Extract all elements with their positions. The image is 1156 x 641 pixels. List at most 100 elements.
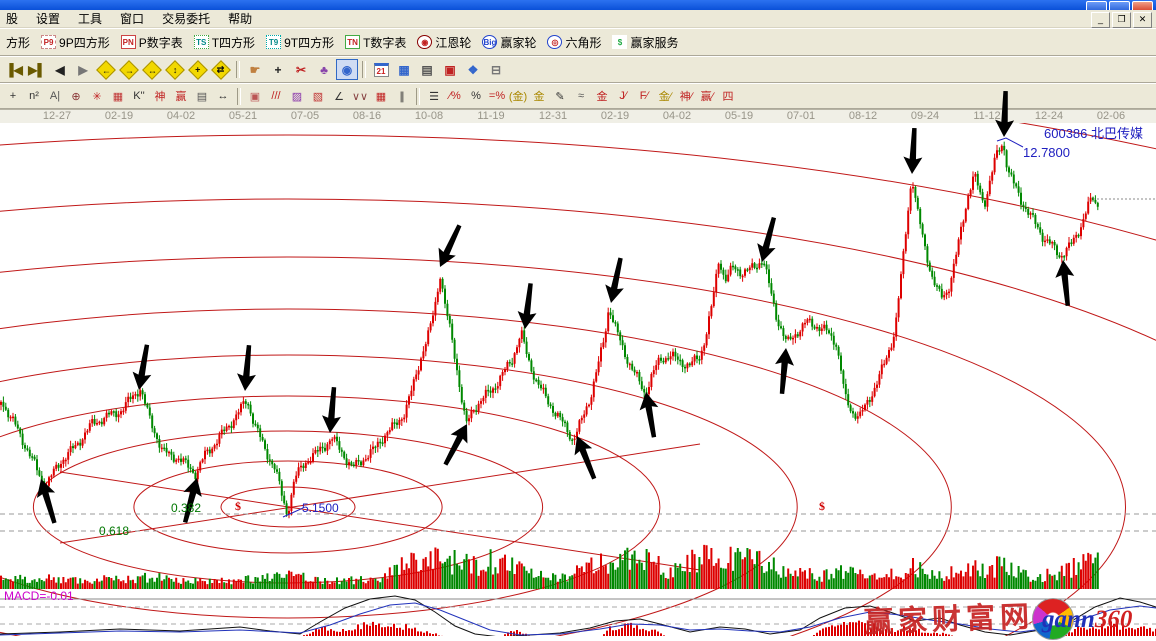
gold-underline-icon[interactable]: 金	[529, 86, 549, 106]
gold-circle-icon[interactable]: (金)	[508, 86, 528, 106]
truck-icon[interactable]: ⊟	[485, 59, 507, 80]
yingjialun-icon: Big	[482, 35, 497, 49]
cross-line-icon[interactable]: +	[3, 86, 23, 106]
date-label: 11-12	[965, 110, 1009, 122]
percent-icon[interactable]: %	[466, 86, 486, 106]
measure-icon[interactable]: ↔	[213, 86, 233, 106]
shape-toolbar: 方形 P99P四方形 PNP数字表 TST四方形 T99T四方形 TNT数字表 ◉江恩轮 Bi…	[0, 28, 1156, 56]
shape-tool-yingjialun[interactable]: Big赢家轮	[480, 33, 538, 52]
calculator-icon[interactable]: ▦	[393, 59, 415, 80]
gann-bars-icon[interactable]: ☰	[424, 86, 444, 106]
fan-lines-icon[interactable]: ///	[266, 86, 286, 106]
si-box-icon[interactable]: 四	[718, 86, 738, 106]
skip-first-icon[interactable]: ▐◀	[3, 59, 25, 80]
date-label: 08-16	[345, 110, 389, 122]
hand-icon[interactable]: ☛	[244, 59, 266, 80]
parallel-lines-icon[interactable]: ∥	[392, 86, 412, 106]
gold-box-icon[interactable]: 金	[592, 86, 612, 106]
floppy-icon[interactable]: ▣	[439, 59, 461, 80]
date-axis: 12-2702-1904-0205-2107-0508-1610-0811-19…	[0, 109, 1156, 123]
shape-tool-yingjia-fuwu[interactable]: $赢家服务	[610, 33, 680, 52]
menu-item-帮助[interactable]: 帮助	[228, 10, 252, 27]
network-icon[interactable]: ❖	[462, 59, 484, 80]
date-label: 04-02	[655, 110, 699, 122]
shape-tool-9p-sifangxing[interactable]: P99P四方形	[39, 33, 112, 52]
ying-icon[interactable]: 赢	[171, 86, 191, 106]
calendar-icon[interactable]: 21	[370, 59, 392, 80]
j-angle-icon[interactable]: J∕	[613, 86, 633, 106]
shape-tool-jiangenlun[interactable]: ◉江恩轮	[415, 33, 473, 52]
n-squared-icon[interactable]: n²	[24, 86, 44, 106]
shape-tool-p-shuzibiao[interactable]: PNP数字表	[119, 33, 185, 52]
menu-item-窗口[interactable]: 窗口	[120, 10, 144, 27]
date-label: 12-27	[35, 110, 79, 122]
shape-tool-liujiaoxing[interactable]: ◎六角形	[545, 33, 603, 52]
shape-tool-t-sifangxing[interactable]: TST四方形	[192, 33, 257, 52]
liujiaoxing-icon: ◎	[547, 35, 562, 49]
mirror-icon[interactable]: A|	[45, 86, 65, 106]
toolbar-separator	[362, 61, 366, 78]
crosshair-icon[interactable]: +	[267, 59, 289, 80]
next-icon[interactable]: ▶	[72, 59, 94, 80]
menu-item-股[interactable]: 股	[6, 10, 18, 27]
angle-rays-icon[interactable]: ∠	[329, 86, 349, 106]
brain-icon[interactable]: ◉	[336, 59, 358, 80]
jiangenlun-icon: ◉	[417, 35, 432, 49]
chart-area	[0, 123, 1156, 636]
skip-last-icon[interactable]: ▶▌	[26, 59, 48, 80]
mdi-minimize-button[interactable]: _	[1091, 12, 1110, 28]
menu-items: 股 设置 工具 窗口 交易委托 帮助	[6, 10, 252, 27]
diamond-leftright-icon[interactable]: ↔	[141, 59, 163, 80]
toolbar-separator	[237, 88, 241, 105]
prev-icon[interactable]: ◀	[49, 59, 71, 80]
percent-strike-icon[interactable]: ∕%	[445, 86, 465, 106]
9p-sifangxing-label: 9P四方形	[59, 34, 110, 51]
menu-item-设置[interactable]: 设置	[36, 10, 60, 27]
brush-icon[interactable]: ✎	[550, 86, 570, 106]
f-angle-icon[interactable]: F∕	[634, 86, 654, 106]
diamond-shape: ↔	[142, 60, 162, 80]
gold-angle-icon[interactable]: 金∕	[655, 86, 675, 106]
kline-icon[interactable]: K''	[129, 86, 149, 106]
menu-item-交易委托[interactable]: 交易委托	[162, 10, 210, 27]
date-label: 07-01	[779, 110, 823, 122]
notepad-icon[interactable]: ▤	[416, 59, 438, 80]
grid-box-icon[interactable]: ▦	[108, 86, 128, 106]
shape-tool-sifangxing[interactable]: 方形	[4, 33, 32, 52]
mdi-close-button[interactable]: ✕	[1133, 12, 1152, 28]
fan-purple-box-icon[interactable]: ▨	[287, 86, 307, 106]
ruler-123-icon[interactable]: ▤	[192, 86, 212, 106]
menu-item-工具[interactable]: 工具	[78, 10, 102, 27]
p-shuzibiao-label: P数字表	[139, 34, 183, 51]
shen-angle-icon[interactable]: 神∕	[676, 86, 696, 106]
toolbar-separator	[416, 88, 420, 105]
fan-red-box-icon[interactable]: ▧	[308, 86, 328, 106]
wave-icon[interactable]: ≈	[571, 86, 591, 106]
date-label: 11-19	[469, 110, 513, 122]
diamond-swap-icon[interactable]: ⇄	[210, 59, 232, 80]
diamond-right-icon[interactable]: →	[118, 59, 140, 80]
diamond-cross-icon[interactable]: +	[187, 59, 209, 80]
shen-icon[interactable]: 神	[150, 86, 170, 106]
percent-lines-icon[interactable]: =%	[487, 86, 507, 106]
diamond-shape: →	[119, 60, 139, 80]
shape-tool-9t-sifangxing[interactable]: T99T四方形	[264, 33, 336, 52]
date-label: 12-24	[1027, 110, 1071, 122]
tree-icon[interactable]: ♣	[313, 59, 335, 80]
yingjialun-label: 赢家轮	[500, 34, 536, 51]
ying-angle-icon[interactable]: 赢∕	[697, 86, 717, 106]
spiral-star-icon[interactable]: ✳	[87, 86, 107, 106]
date-label: 04-02	[159, 110, 203, 122]
red-grid-icon[interactable]: ▦	[371, 86, 391, 106]
mdi-restore-button[interactable]: ❐	[1112, 12, 1131, 28]
9t-sifangxing-icon: T9	[266, 35, 281, 49]
zigzag-icon[interactable]: ∨∨	[350, 86, 370, 106]
sifangxing-label: 方形	[6, 34, 30, 51]
scissors-icon[interactable]: ✂	[290, 59, 312, 80]
shape-tool-t-shuzibiao[interactable]: TNT数字表	[343, 33, 408, 52]
box-handles-icon[interactable]: ▣	[245, 86, 265, 106]
compass-icon[interactable]: ⊕	[66, 86, 86, 106]
date-label: 02-06	[1089, 110, 1133, 122]
diamond-updown-icon[interactable]: ↕	[164, 59, 186, 80]
diamond-left-icon[interactable]: ←	[95, 59, 117, 80]
